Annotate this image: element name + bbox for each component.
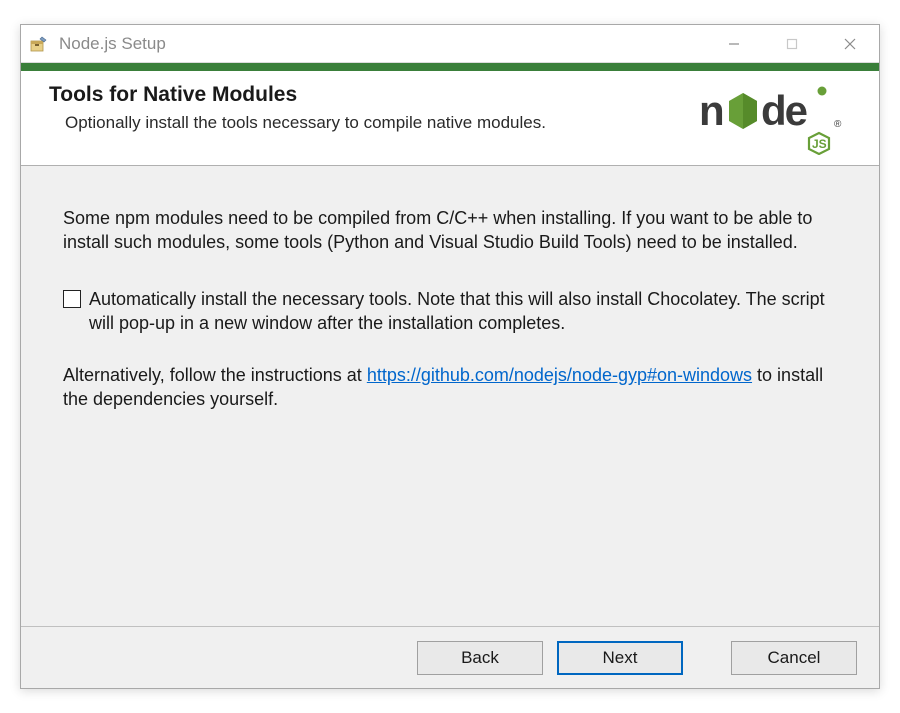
content-area: Some npm modules need to be compiled fro… xyxy=(21,166,879,626)
intro-text: Some npm modules need to be compiled fro… xyxy=(63,206,851,255)
installer-icon xyxy=(29,34,49,54)
button-bar: Back Next Cancel xyxy=(21,626,879,688)
alt-prefix: Alternatively, follow the instructions a… xyxy=(63,365,367,385)
next-button[interactable]: Next xyxy=(557,641,683,675)
nodejs-logo: n de JS ® xyxy=(699,83,859,155)
auto-install-label: Automatically install the necessary tool… xyxy=(89,287,851,336)
auto-install-checkbox-row[interactable]: Automatically install the necessary tool… xyxy=(63,287,851,336)
header-section: Tools for Native Modules Optionally inst… xyxy=(21,71,879,166)
window-controls xyxy=(705,25,879,62)
page-subtitle: Optionally install the tools necessary t… xyxy=(65,113,689,133)
cancel-button[interactable]: Cancel xyxy=(731,641,857,675)
accent-bar xyxy=(21,63,879,71)
maximize-button[interactable] xyxy=(763,25,821,62)
svg-text:®: ® xyxy=(834,119,842,130)
window-title: Node.js Setup xyxy=(59,34,705,54)
minimize-button[interactable] xyxy=(705,25,763,62)
titlebar: Node.js Setup xyxy=(21,25,879,63)
alternative-text: Alternatively, follow the instructions a… xyxy=(63,363,851,412)
setup-window: Node.js Setup Tools for Native Modules O… xyxy=(20,24,880,689)
close-button[interactable] xyxy=(821,25,879,62)
header-text: Tools for Native Modules Optionally inst… xyxy=(49,83,689,133)
back-button[interactable]: Back xyxy=(417,641,543,675)
auto-install-checkbox[interactable] xyxy=(63,290,81,308)
svg-text:JS: JS xyxy=(812,137,827,151)
svg-text:n: n xyxy=(699,87,723,134)
node-gyp-link[interactable]: https://github.com/nodejs/node-gyp#on-wi… xyxy=(367,365,752,385)
page-title: Tools for Native Modules xyxy=(49,83,689,107)
svg-text:de: de xyxy=(761,87,807,134)
